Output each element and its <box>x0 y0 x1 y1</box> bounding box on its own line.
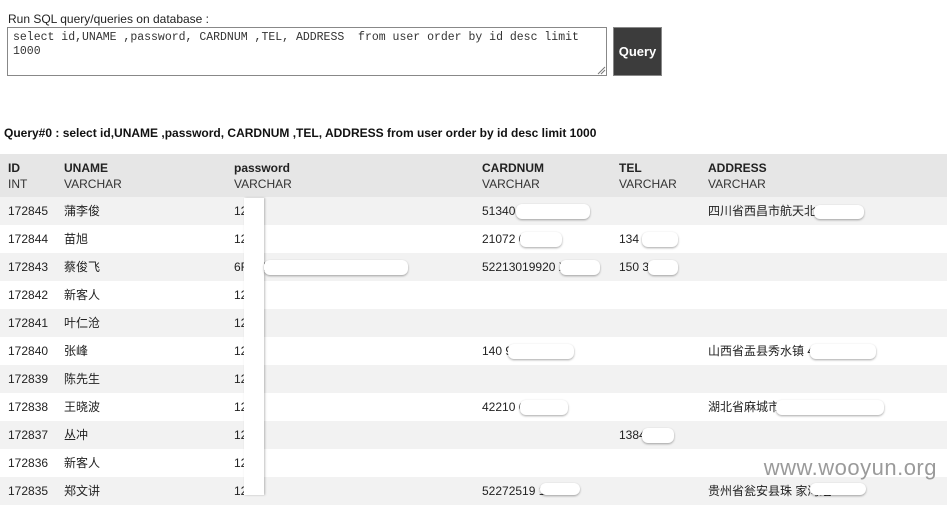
redaction-mask <box>776 400 884 415</box>
redaction-mask <box>520 400 568 415</box>
column-type: INT <box>8 177 28 191</box>
table-row: 172837丛冲12 561384 080 <box>0 421 947 449</box>
column-name: TEL <box>619 161 642 175</box>
cell-uname: 苗旭 <box>64 232 89 246</box>
redaction-mask <box>264 260 408 275</box>
redaction-mask <box>508 344 574 359</box>
table-row: 172845蒲李俊12 5651340 19四川省西昌市航天北 <box>0 197 947 225</box>
column-name: UNAME <box>64 161 108 175</box>
cell-cardnum: 52213019920 X <box>482 260 567 274</box>
resize-grip-icon[interactable] <box>597 66 606 75</box>
table-row: 172844苗旭12 5621072 082116134 75 <box>0 225 947 253</box>
table-row: 172839陈先生12 56 <box>0 365 947 393</box>
table-row: 172841叶仁沧12 56 <box>0 309 947 337</box>
redaction-mask <box>642 428 674 443</box>
cell-uname: 新客人 <box>64 288 101 302</box>
cell-id: 172836 <box>8 456 49 470</box>
cell-id: 172840 <box>8 344 49 358</box>
column-name: ID <box>8 161 20 175</box>
table-row: 172840张峰12 56140 9067536山西省盂县秀水镇 44 <box>0 337 947 365</box>
cell-id: 172841 <box>8 316 49 330</box>
column-header-cardnum: CARDNUM VARCHAR <box>482 160 544 192</box>
cell-id: 172844 <box>8 232 49 246</box>
cell-address: 山西省盂县秀水镇 44 <box>708 344 821 358</box>
cell-id: 172835 <box>8 484 49 498</box>
cell-uname: 叶仁沧 <box>64 316 101 330</box>
redaction-mask <box>810 344 876 359</box>
redaction-mask <box>810 483 866 495</box>
redaction-mask <box>560 260 600 275</box>
redaction-mask <box>642 232 678 247</box>
query-button[interactable]: Query <box>613 27 662 76</box>
column-type: VARCHAR <box>234 177 292 191</box>
column-name: password <box>234 161 291 175</box>
cell-id: 172843 <box>8 260 49 274</box>
column-type: VARCHAR <box>482 177 540 191</box>
column-header-tel: TEL VARCHAR <box>619 160 677 192</box>
cell-uname: 陈先生 <box>64 372 101 386</box>
cell-id: 172845 <box>8 204 49 218</box>
table-row: 172843蔡俊飞6F AC5 8226D1C552213019920 X150… <box>0 253 947 281</box>
redaction-mask <box>540 483 580 495</box>
table-row: 172842新客人12 56 <box>0 281 947 309</box>
watermark: www.wooyun.org <box>763 455 937 480</box>
sql-label: Run SQL query/queries on database : <box>8 12 210 26</box>
column-type: VARCHAR <box>64 177 122 191</box>
cell-uname: 蔡俊飞 <box>64 260 101 274</box>
cell-id: 172838 <box>8 400 49 414</box>
cell-id: 172839 <box>8 372 49 386</box>
table-header-row: ID INT UNAME VARCHAR password VARCHAR CARDNUM V… <box>0 154 947 197</box>
redaction-mask <box>648 260 678 275</box>
column-header-id: ID INT <box>8 160 27 192</box>
redaction-mask <box>520 232 562 247</box>
cell-id: 172837 <box>8 428 49 442</box>
table-row: 172835郑文讲12 5652272519 112贵州省瓮安县珠 家湾组 <box>0 477 947 505</box>
column-name: CARDNUM <box>482 161 544 175</box>
column-type: VARCHAR <box>619 177 677 191</box>
cell-id: 172842 <box>8 288 49 302</box>
cell-uname: 新客人 <box>64 456 101 470</box>
sql-textarea[interactable]: select id,UNAME ,password, CARDNUM ,TEL,… <box>7 27 607 76</box>
cell-uname: 王晓波 <box>64 400 101 414</box>
column-header-address: ADDRESS VARCHAR <box>708 160 767 192</box>
column-name: ADDRESS <box>708 161 767 175</box>
redaction-mask <box>814 205 864 219</box>
column-header-password: password VARCHAR <box>234 160 292 192</box>
column-header-uname: UNAME VARCHAR <box>64 160 122 192</box>
cell-uname: 张峰 <box>64 344 89 358</box>
redaction-bar <box>244 198 264 495</box>
redaction-mask <box>516 204 590 219</box>
column-type: VARCHAR <box>708 177 766 191</box>
query-result-title: Query#0 : select id,UNAME ,password, CAR… <box>4 126 597 140</box>
cell-uname: 郑文讲 <box>64 484 101 498</box>
cell-uname: 蒲李俊 <box>64 204 101 218</box>
cell-address: 四川省西昌市航天北 <box>708 204 817 218</box>
cell-uname: 丛冲 <box>64 428 89 442</box>
results-table: ID INT UNAME VARCHAR password VARCHAR CARDNUM V… <box>0 154 947 505</box>
